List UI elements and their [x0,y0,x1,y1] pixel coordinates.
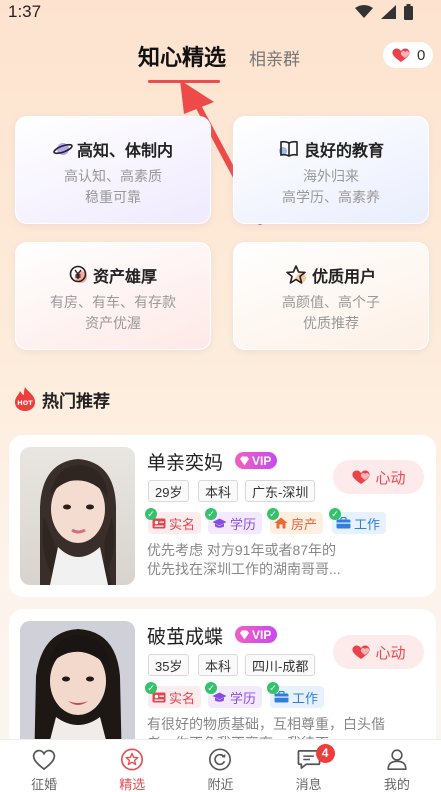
verify-realname: ✓ 实名 [145,508,202,534]
category-subtitle: 海外归来 [303,168,359,184]
category-title: 良好的教育 [303,143,384,160]
nav-label: 附近 [207,777,234,792]
tab-zhixin-jingxuan[interactable]: 知心精选 [138,40,226,72]
profile-tag-education: 本科 [198,480,239,502]
category-title: 优质用户 [311,269,376,286]
category-card-premium[interactable]: 优质用户 高颜值、高个子 优质推荐 [233,242,429,350]
status-icons [355,4,413,20]
yen-coin-icon [69,265,87,283]
star-circle-icon [121,748,144,771]
verify-property: ✓ 房产 [267,508,324,534]
unread-badge: 4 [315,744,335,763]
book-icon [278,140,298,157]
category-subtitle: 资产优渥 [85,315,141,331]
category-subtitle: 稳重可靠 [85,189,141,205]
hot-recommend-header: HOT 热门推荐 [14,386,110,412]
heart-like-label: 心动 [375,469,406,487]
verify-work: ✓ 工作 [267,682,325,708]
nav-item-xiaoxi[interactable]: 消息 4 [265,740,353,792]
profile-description: 优先考虑 对方91年或者87年的 优先找在深圳工作的湖南哥哥... [147,542,341,577]
verify-realname: ✓ 实名 [145,682,202,708]
hot-flame-icon: HOT [15,387,35,411]
bottom-nav: 征婚 精选 附近 消息 4 我的 [0,739,441,792]
check-icon: ✓ [205,508,217,520]
check-icon: ✓ [267,508,279,520]
profile-photo[interactable] [20,447,135,585]
check-icon: ✓ [205,682,217,694]
category-card-gaozhi[interactable]: 高知、体制内 高认知、高素质 稳重可靠 [15,116,211,224]
profile-tag-education: 本科 [198,654,239,676]
vip-badge: VIP [235,452,278,469]
heart-coin-icon [392,48,410,62]
profile-tag-location: 广东-深圳 [245,480,316,502]
nav-label: 精选 [119,777,146,792]
coin-count: 0 [417,46,426,64]
category-subtitle: 高颜值、高个子 [282,294,380,310]
signal-icon [381,5,396,19]
profile-name: 单亲奕妈 [147,453,224,474]
grad-cap-icon [212,518,227,528]
heart-like-button[interactable]: 心动 [333,635,424,669]
verify-education: ✓ 学历 [205,508,263,534]
heart-outline-icon [32,749,56,771]
profile-name: 破茧成蝶 [147,627,224,648]
tab-xiangqin-qun[interactable]: 相亲群 [249,45,300,70]
heart-icon [352,645,371,659]
profile-tag-age: 29岁 [148,480,190,502]
status-time: 1:37 [8,2,42,21]
category-card-assets[interactable]: 资产雄厚 有房、有车、有存款 资产优渥 [15,242,211,350]
category-subtitle: 高认知、高素质 [64,168,162,184]
svg-text:HOT: HOT [17,399,33,407]
status-bar: 1:37 [0,0,441,26]
diamond-icon [240,456,249,465]
vip-badge: VIP [235,626,278,643]
verify-work: ✓ 工作 [329,508,387,534]
check-icon: ✓ [267,682,279,694]
star-icon [286,265,306,284]
wifi-icon [355,5,373,18]
check-icon: ✓ [145,682,157,694]
check-icon: ✓ [145,508,157,520]
category-card-education[interactable]: 良好的教育 海外归来 高学历、高素养 [233,116,429,224]
nav-label: 征婚 [31,777,58,792]
person-icon [387,749,407,771]
diamond-icon [240,630,249,639]
category-title: 资产雄厚 [92,269,157,286]
nav-label: 消息 [295,777,322,792]
verify-education: ✓ 学历 [205,682,263,708]
nav-label: 我的 [383,777,410,792]
category-subtitle: 高学历、高素养 [282,189,380,205]
profile-tag-location: 四川-成都 [245,654,316,676]
heart-coin-button[interactable]: 0 [383,42,433,68]
heart-like-button[interactable]: 心动 [333,460,424,494]
hot-recommend-title: 热门推荐 [42,391,110,411]
check-icon: ✓ [329,508,341,520]
grad-cap-icon [212,692,227,702]
profile-card[interactable]: 单亲奕妈 VIP 心动 29岁 本科 广东-深圳 ✓ 实名 ✓ 学历 ✓ 房产 … [9,435,436,597]
nav-item-fujin[interactable]: 附近 [176,740,264,792]
category-subtitle: 有房、有车、有存款 [50,294,176,310]
nav-item-wode[interactable]: 我的 [353,740,441,792]
heart-like-label: 心动 [375,644,406,662]
planet-icon [53,143,73,155]
battery-icon [404,4,413,20]
category-subtitle: 优质推荐 [303,315,359,331]
nav-item-jingxuan[interactable]: 精选 [88,740,176,792]
profile-tag-age: 35岁 [148,654,190,676]
category-title: 高知、体制内 [76,143,173,160]
heart-icon [352,470,371,484]
nav-item-zhenghun[interactable]: 征婚 [0,740,88,792]
refresh-circle-icon [209,748,232,771]
